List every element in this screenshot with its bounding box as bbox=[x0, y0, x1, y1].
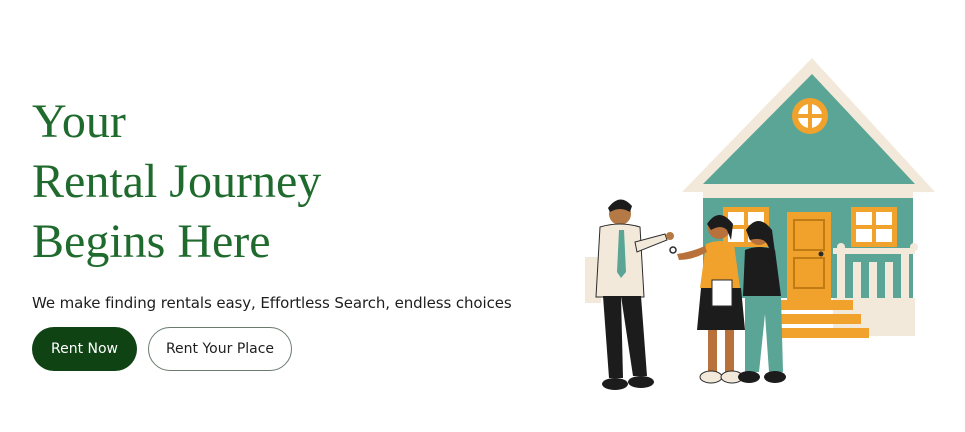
hero-illustration-svg bbox=[585, 58, 935, 390]
hero-tagline: We make finding rentals easy, Effortless… bbox=[32, 294, 512, 312]
agent-figure bbox=[585, 199, 677, 390]
cta-row: Rent Now Rent Your Place bbox=[32, 327, 552, 371]
hero-headline: Your Rental Journey Begins Here bbox=[32, 92, 552, 272]
headline-line-2: Rental Journey bbox=[32, 155, 322, 208]
house-with-people-illustration bbox=[575, 52, 945, 402]
rent-now-button[interactable]: Rent Now bbox=[32, 327, 137, 371]
headline-line-3: Begins Here bbox=[32, 215, 271, 268]
headline-line-1: Your bbox=[32, 95, 126, 148]
rent-your-place-button[interactable]: Rent Your Place bbox=[148, 327, 292, 371]
hero-section: Your Rental Journey Begins Here We make … bbox=[32, 92, 552, 371]
